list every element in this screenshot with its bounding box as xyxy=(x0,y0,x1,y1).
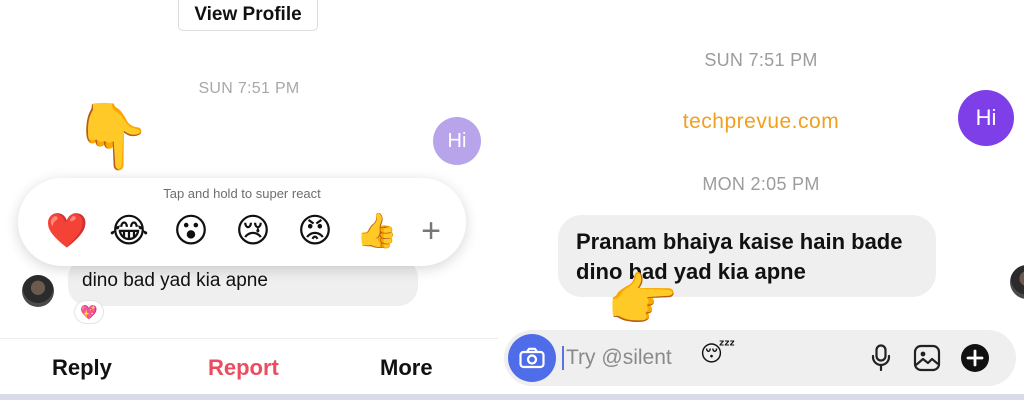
right-screenshot-panel: SUN 7:51 PM Hi techprevue.com MON 2:05 P… xyxy=(498,0,1024,400)
reaction-laugh-button[interactable]: 😂 xyxy=(98,208,160,254)
reaction-badge[interactable]: 💖 xyxy=(74,300,104,324)
view-profile-button[interactable]: View Profile xyxy=(178,0,318,31)
timestamp: MON 2:05 PM xyxy=(702,174,820,194)
timestamp: SUN 7:51 PM xyxy=(198,80,300,97)
timestamp: SUN 7:51 PM xyxy=(704,50,818,70)
message-action-bar: Reply Report More xyxy=(0,338,498,394)
more-reactions-plus-icon[interactable]: + xyxy=(408,208,454,254)
text-caret xyxy=(562,346,564,370)
pointing-down-hand-icon: 👇 xyxy=(72,100,152,172)
message-composer: 😴 xyxy=(504,330,1016,386)
gallery-icon[interactable] xyxy=(912,343,942,373)
bottom-edge-strip xyxy=(0,394,1024,400)
reaction-wow-button[interactable]: 😮 xyxy=(160,208,222,254)
sent-message-bubble[interactable]: Hi xyxy=(433,117,481,165)
reaction-picker: Tap and hold to super react ❤️ 😂 😮 😢 😡 👍… xyxy=(18,178,466,266)
add-plus-circle-icon[interactable] xyxy=(960,343,990,373)
avatar[interactable] xyxy=(1010,265,1024,299)
reaction-thumbs-up-button[interactable]: 👍 xyxy=(346,208,408,254)
reaction-angry-button[interactable]: 😡 xyxy=(284,208,346,254)
sleeping-face-icon: 😴 xyxy=(700,341,736,366)
camera-button[interactable] xyxy=(508,334,556,382)
super-react-hint: Tap and hold to super react xyxy=(163,186,321,201)
pointing-left-hand-icon: 👉 xyxy=(606,268,679,333)
left-screenshot-panel: View Profile SUN 7:51 PM Hi dino bad yad… xyxy=(0,0,498,400)
received-message-line-1: Pranam bhaiya kaise hain bade xyxy=(576,229,903,254)
avatar[interactable] xyxy=(22,275,54,307)
report-button[interactable]: Report xyxy=(208,355,279,381)
more-button[interactable]: More xyxy=(380,355,433,381)
reaction-sad-button[interactable]: 😢 xyxy=(222,208,284,254)
watermark-text: techprevue.com xyxy=(682,110,840,133)
received-message-text: dino bad yad kia apne xyxy=(82,270,268,291)
microphone-icon[interactable] xyxy=(866,343,896,373)
camera-icon xyxy=(519,347,545,369)
reply-button[interactable]: Reply xyxy=(52,355,112,381)
reaction-heart-button[interactable]: ❤️ xyxy=(36,208,98,254)
